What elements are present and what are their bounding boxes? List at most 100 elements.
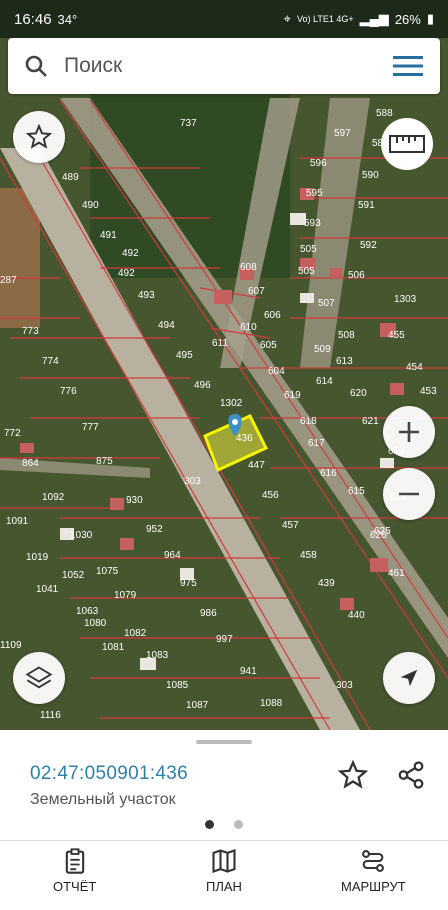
status-bar: 16:46 34° ⌖ Vo) LTE1 4G+ ▂▄▆ 26% ▮ (0, 0, 448, 38)
nav-route[interactable]: МАРШРУТ (299, 841, 448, 910)
parcel-label: 1116 (40, 710, 61, 721)
parcel-label: 613 (336, 356, 353, 367)
parcel-label: 1082 (124, 628, 147, 639)
page-dot-active (205, 820, 214, 829)
parcel-label: 592 (360, 240, 377, 251)
parcel-label: 1091 (6, 516, 29, 527)
share-icon[interactable] (396, 760, 426, 795)
parcel-label: 508 (338, 330, 355, 341)
parcel-label: 595 (306, 188, 323, 199)
route-icon (362, 850, 385, 872)
navigation-arrow-icon (400, 669, 418, 687)
parcel-label: 1109 (0, 640, 22, 651)
map-icon (212, 849, 236, 873)
zoom-out-button[interactable] (383, 468, 435, 520)
parcel-label: 1302 (220, 398, 243, 409)
parcel-label: 776 (60, 386, 77, 397)
parcel-label: 737 (180, 118, 197, 129)
parcel-label: 1092 (42, 492, 65, 503)
parcel-label: 618 (300, 416, 317, 427)
parcel-label: 615 (348, 486, 365, 497)
parcel-label: 492 (122, 248, 139, 259)
parcel-label: 506 (348, 270, 365, 281)
parcel-label: 777 (82, 422, 99, 433)
parcel-label: 864 (22, 458, 39, 469)
minus-icon (399, 492, 419, 496)
parcel-label: 1085 (166, 680, 189, 691)
star-icon[interactable] (337, 759, 369, 795)
parcel-label: 509 (314, 344, 331, 355)
parcel-label: 1063 (76, 606, 99, 617)
parcel-label: 489 (62, 172, 79, 183)
sheet-drag-handle[interactable] (196, 740, 252, 744)
status-temperature: 34° (57, 11, 78, 27)
favorite-button[interactable] (13, 111, 65, 163)
parcel-label: 492 (118, 268, 135, 279)
parcel-label: 505 (298, 266, 315, 277)
layers-button[interactable] (13, 652, 65, 704)
parcel-label: 875 (96, 456, 113, 467)
parcel-label: 588 (376, 108, 393, 119)
parcel-label: 604 (268, 366, 285, 377)
parcel-label: 1087 (186, 700, 209, 711)
nav-plan[interactable]: ПЛАН (149, 841, 298, 910)
clipboard-icon (65, 848, 84, 874)
nav-report[interactable]: ОТЧЁТ (0, 841, 149, 910)
status-time: 16:46 (14, 10, 52, 28)
parcel-label: 607 (248, 286, 265, 297)
parcel-label: 453 (420, 386, 437, 397)
parcel-label: 1041 (36, 584, 59, 595)
parcel-label: 617 (308, 438, 325, 449)
parcel-label: 616 (320, 468, 337, 479)
parcel-label: 591 (358, 200, 375, 211)
network-indicator: Vo) LTE1 4G+ (296, 14, 354, 24)
parcel-label: 610 (240, 322, 257, 333)
parcel-label: 593 (304, 218, 321, 229)
parcel-label: 461 (388, 568, 405, 579)
signal-icon: ▂▄▆ (359, 11, 389, 26)
parcel-label: 1079 (114, 590, 137, 601)
nav-report-label: ОТЧЁТ (52, 879, 97, 894)
page-indicator (0, 820, 448, 829)
parcel-label: 505 (300, 244, 317, 255)
menu-icon[interactable] (376, 55, 440, 77)
parcel-label: 1030 (70, 530, 93, 541)
parcel-label: 507 (318, 298, 335, 309)
parcel-label: 952 (146, 524, 163, 535)
parcel-label: 608 (240, 262, 257, 273)
parcel-label: 1019 (26, 552, 49, 563)
nav-route-label: МАРШРУТ (340, 879, 406, 894)
zoom-in-button[interactable] (383, 406, 435, 458)
search-icon (8, 54, 64, 78)
parcel-label: 964 (164, 550, 181, 561)
parcel-label: 1083 (146, 650, 169, 661)
my-location-button[interactable] (383, 652, 435, 704)
battery-icon: ▮ (426, 11, 434, 26)
search-input[interactable]: Поиск (64, 54, 376, 78)
parcel-label: 1052 (62, 570, 85, 581)
ruler-button[interactable] (381, 118, 433, 170)
parcel-label: 436 (236, 433, 253, 444)
battery-level: 26% (394, 11, 421, 27)
parcel-label: 439 (318, 578, 335, 589)
parcel-label: 930 (126, 495, 143, 506)
parcel-label: 496 (194, 380, 211, 391)
bottom-navigation: ОТЧЁТ ПЛАН МАРШРУТ (0, 841, 448, 910)
star-icon (26, 124, 52, 149)
parcel-label: 773 (22, 326, 39, 337)
search-bar[interactable]: Поиск (8, 38, 440, 94)
parcel-label: 495 (176, 350, 193, 361)
parcel-label: 287 (0, 275, 17, 286)
parcel-label: 491 (100, 230, 117, 241)
location-icon: ⌖ (283, 11, 291, 26)
parcel-label: 605 (260, 340, 277, 351)
info-sheet[interactable]: 02:47:050901:436 Земельный участок (0, 730, 448, 840)
parcel-label: 303 (336, 680, 353, 691)
parcel-label: 303 (184, 476, 201, 487)
parcel-label: 997 (216, 634, 233, 645)
nav-plan-label: ПЛАН (206, 879, 242, 894)
parcel-label: 456 (262, 490, 279, 501)
parcel-label: 621 (362, 416, 379, 427)
parcel-label: 1080 (84, 618, 107, 629)
parcel-label: 597 (334, 128, 351, 139)
